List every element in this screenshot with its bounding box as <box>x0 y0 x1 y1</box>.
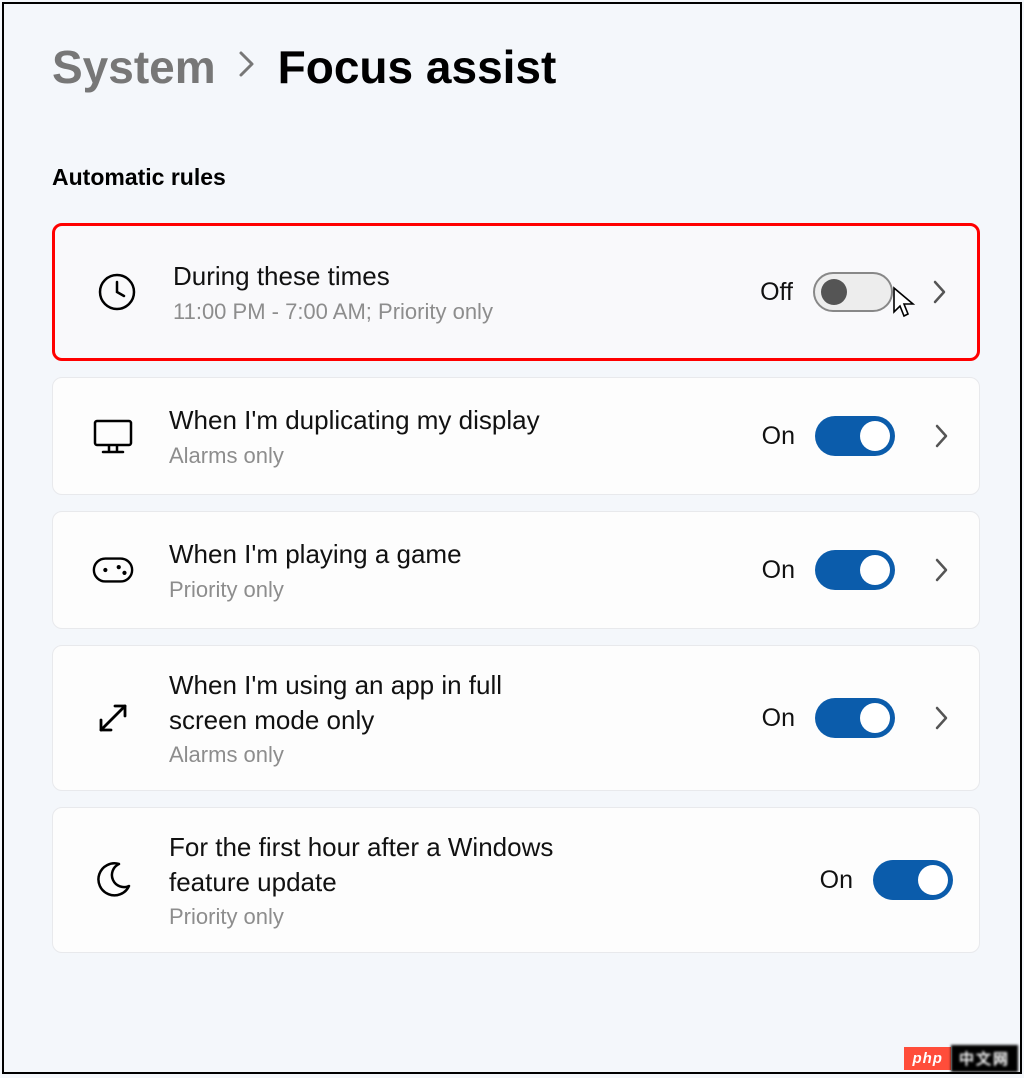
toggle-switch[interactable] <box>815 550 895 590</box>
moon-icon <box>91 858 135 902</box>
toggle-state-label: Off <box>760 278 793 307</box>
rule-subtitle: Alarms only <box>169 742 742 768</box>
watermark-zh: 中文网 <box>951 1045 1018 1072</box>
rule-title: For the first hour after a Windows featu… <box>169 830 569 900</box>
rule-subtitle: Priority only <box>169 904 800 930</box>
toggle-switch[interactable] <box>813 272 893 312</box>
toggle-state-label: On <box>820 866 853 895</box>
rule-fullscreen-app[interactable]: When I'm using an app in full screen mod… <box>52 645 980 791</box>
rule-after-feature-update[interactable]: For the first hour after a Windows featu… <box>52 807 980 953</box>
rule-title: When I'm duplicating my display <box>169 403 569 438</box>
chevron-right-icon <box>238 49 256 86</box>
chevron-right-icon[interactable] <box>931 425 953 447</box>
breadcrumb-parent[interactable]: System <box>52 40 216 94</box>
chevron-right-icon[interactable] <box>929 281 951 303</box>
game-icon <box>91 548 135 592</box>
page-title: Focus assist <box>278 40 557 94</box>
toggle-switch[interactable] <box>815 698 895 738</box>
monitor-icon <box>91 414 135 458</box>
rule-subtitle: Alarms only <box>169 443 742 469</box>
rule-title: When I'm playing a game <box>169 537 569 572</box>
breadcrumb: System Focus assist <box>52 40 980 94</box>
rule-during-these-times[interactable]: During these times 11:00 PM - 7:00 AM; P… <box>52 223 980 361</box>
clock-icon <box>95 270 139 314</box>
toggle-state-label: On <box>762 422 795 451</box>
watermark: php 中文网 <box>904 1045 1018 1072</box>
fullscreen-icon <box>91 696 135 740</box>
watermark-badge: php <box>904 1047 951 1070</box>
rule-title: When I'm using an app in full screen mod… <box>169 668 569 738</box>
chevron-right-icon[interactable] <box>931 559 953 581</box>
rule-playing-game[interactable]: When I'm playing a game Priority only On <box>52 511 980 629</box>
toggle-state-label: On <box>762 556 795 585</box>
toggle-switch[interactable] <box>815 416 895 456</box>
section-title-automatic-rules: Automatic rules <box>52 164 980 191</box>
rule-subtitle: Priority only <box>169 577 742 603</box>
rule-subtitle: 11:00 PM - 7:00 AM; Priority only <box>173 299 740 325</box>
rules-list: During these times 11:00 PM - 7:00 AM; P… <box>52 223 980 953</box>
chevron-right-icon[interactable] <box>931 707 953 729</box>
toggle-state-label: On <box>762 704 795 733</box>
rule-duplicating-display[interactable]: When I'm duplicating my display Alarms o… <box>52 377 980 495</box>
rule-title: During these times <box>173 259 573 294</box>
toggle-switch[interactable] <box>873 860 953 900</box>
